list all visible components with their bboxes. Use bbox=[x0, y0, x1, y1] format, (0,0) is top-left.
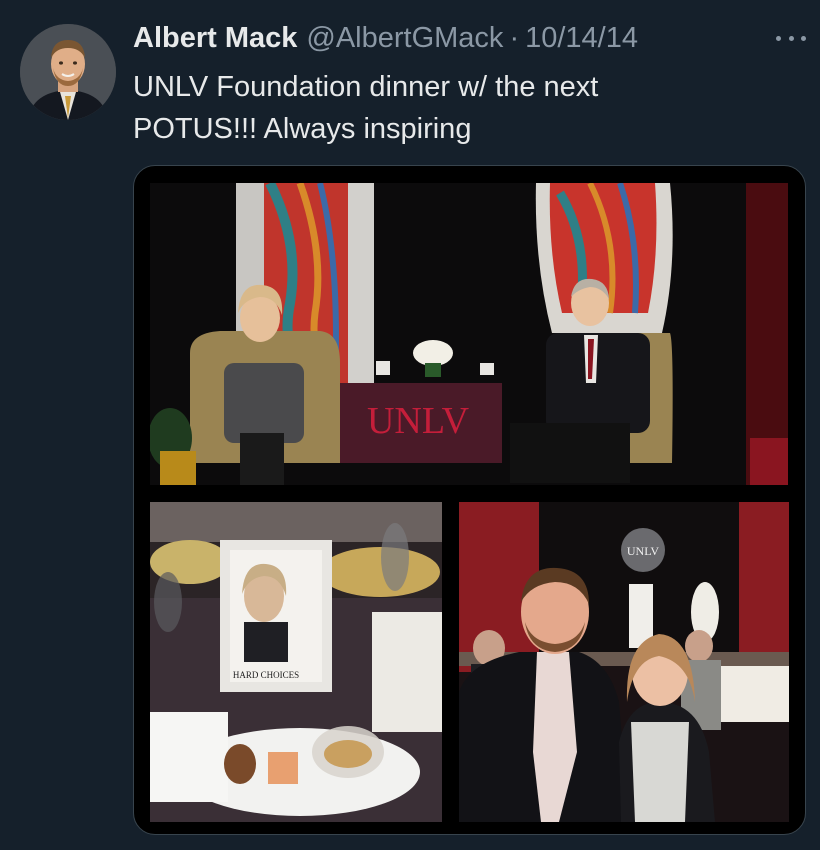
couple-scene: UNLV bbox=[459, 502, 789, 822]
tweet-date[interactable]: 10/14/14 bbox=[525, 22, 638, 55]
more-dot bbox=[801, 35, 806, 41]
avatar-portrait bbox=[20, 24, 116, 120]
stage-banner-text: UNLV bbox=[367, 400, 470, 442]
tweet-text-line: POTUS!!! Always inspiring bbox=[133, 113, 472, 145]
stage-photo[interactable]: UNLV bbox=[150, 183, 788, 485]
logo-text: UNLV bbox=[627, 544, 660, 558]
more-dot bbox=[776, 35, 781, 41]
book-cover-text: HARD CHOICES bbox=[233, 670, 299, 680]
tweet-header: Albert Mack @AlbertGMack · 10/14/14 bbox=[133, 22, 793, 62]
tweet-text: UNLV Foundation dinner w/ the next POTUS… bbox=[133, 66, 783, 150]
media-collage[interactable]: UNLV HARD CHOICES UNLV bbox=[133, 165, 806, 835]
more-dot bbox=[788, 35, 794, 41]
stage-scene: UNLV bbox=[150, 183, 788, 485]
dinner-table-photo[interactable]: HARD CHOICES bbox=[150, 502, 442, 822]
tweet[interactable]: Albert Mack @AlbertGMack · 10/14/14 UNLV… bbox=[0, 0, 820, 850]
author-name[interactable]: Albert Mack bbox=[133, 22, 297, 55]
header-separator: · bbox=[509, 22, 520, 54]
dinner-table-scene: HARD CHOICES bbox=[150, 502, 442, 822]
avatar[interactable] bbox=[20, 24, 116, 120]
tweet-text-line: UNLV Foundation dinner w/ the next bbox=[133, 71, 599, 103]
more-horizontal-icon[interactable] bbox=[776, 28, 806, 48]
author-handle[interactable]: @AlbertGMack bbox=[306, 22, 503, 55]
couple-photo[interactable]: UNLV bbox=[459, 502, 789, 822]
